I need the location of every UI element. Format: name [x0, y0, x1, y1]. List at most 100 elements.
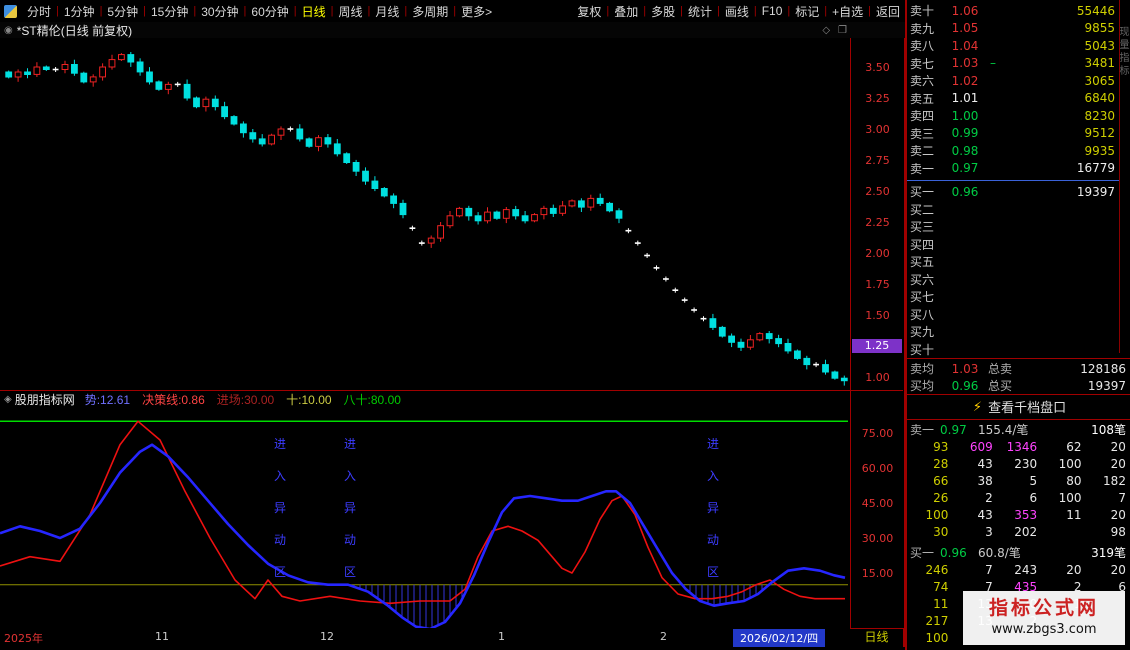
- orderbook-row-卖三[interactable]: 卖三0.999512: [907, 125, 1119, 143]
- current-price-tag: 1.25: [852, 339, 902, 353]
- orderbook-row-卖二[interactable]: 卖二0.989935: [907, 142, 1119, 160]
- menu-item-返回[interactable]: 返回: [871, 3, 905, 20]
- view-depth-button[interactable]: ⚡ 查看千档盘口: [907, 395, 1130, 418]
- queue-cell: 20: [1040, 562, 1084, 579]
- menu-item-复权[interactable]: 复权: [572, 3, 606, 20]
- sell-levels: 卖十1.0655446卖九1.059855卖八1.045043卖七1.03–34…: [907, 2, 1119, 177]
- queue-cell: 217: [907, 613, 951, 630]
- queue-cell: 100: [907, 630, 951, 647]
- level-volume: 3481: [998, 56, 1119, 70]
- orderbook-row-卖四[interactable]: 卖四1.008230: [907, 107, 1119, 125]
- orderbook-row-买八[interactable]: 买八: [907, 306, 1119, 324]
- level-label: 卖五: [907, 90, 940, 107]
- orderbook-row-买五[interactable]: 买五: [907, 253, 1119, 271]
- level-label: 买十: [907, 341, 940, 358]
- period-label[interactable]: 日线: [850, 628, 905, 647]
- level-volume: 9935: [998, 144, 1119, 158]
- queue-cell: 3: [951, 524, 995, 541]
- app-icon[interactable]: [4, 5, 17, 18]
- indicator-tick: 45.00: [851, 497, 904, 510]
- menu-item-F10[interactable]: F10: [757, 4, 788, 18]
- indicator-name: 股朋指标网: [15, 391, 75, 408]
- queue-row: 30320298: [907, 524, 1129, 541]
- level-price: 0.99: [940, 126, 990, 140]
- level-label: 卖六: [907, 72, 940, 89]
- titlebar: ◉ *ST精伦(日线 前复权) ◇❐: [0, 22, 905, 38]
- orderbook-row-买十[interactable]: 买十: [907, 341, 1119, 359]
- buy-queue-per-lot: 60.8/笔: [978, 544, 1091, 561]
- queue-cell: 98: [1085, 524, 1129, 541]
- watermark-url: www.zbgs3.com: [991, 621, 1096, 639]
- menu-item-画线[interactable]: 画线: [720, 3, 754, 20]
- indicator-chart[interactable]: [0, 408, 850, 628]
- buy-queue-count: 319笔: [1091, 544, 1130, 561]
- queue-cell: 2: [951, 490, 995, 507]
- queue-row: 6638580182: [907, 473, 1129, 490]
- menu-item-分时[interactable]: 分时: [22, 3, 56, 20]
- window-icon[interactable]: ❐: [838, 25, 847, 36]
- menu-item-周线[interactable]: 周线: [334, 3, 368, 20]
- queue-cell: 5: [996, 473, 1040, 490]
- queue-cell: 43: [951, 507, 995, 524]
- price-tick: 3.00: [851, 123, 904, 136]
- level-label: 卖七: [907, 55, 940, 72]
- queue-row: 284323010020: [907, 456, 1129, 473]
- level-volume: 8230: [998, 109, 1119, 123]
- menu-item-标记[interactable]: 标记: [790, 3, 824, 20]
- diamond-icon[interactable]: ◇: [822, 25, 830, 36]
- sell-queue-count: 108笔: [1091, 421, 1130, 438]
- menu-item-30分钟[interactable]: 30分钟: [196, 3, 243, 20]
- queue-cell: 182: [1085, 473, 1129, 490]
- menu-item-5分钟[interactable]: 5分钟: [102, 3, 143, 20]
- level-label: 卖八: [907, 37, 940, 54]
- orderbook-row-卖一[interactable]: 卖一0.9716779: [907, 160, 1119, 178]
- candlestick-chart[interactable]: [0, 38, 850, 390]
- menu-item-1分钟[interactable]: 1分钟: [59, 3, 100, 20]
- total-buy-value: 19397: [1024, 379, 1130, 393]
- orderbook-row-卖七[interactable]: 卖七1.03–3481: [907, 55, 1119, 73]
- abnormal-zone-annotation: 进入异动区: [706, 428, 720, 588]
- queue-row: 26261007: [907, 490, 1129, 507]
- watermark: 指标公式网 www.zbgs3.com: [963, 591, 1125, 645]
- orderbook-row-买六[interactable]: 买六: [907, 271, 1119, 289]
- menu-item-60分钟[interactable]: 60分钟: [246, 3, 293, 20]
- orderbook-row-买一[interactable]: 买一0.9619397: [907, 183, 1119, 201]
- queue-row: 9360913466220: [907, 439, 1129, 456]
- menu-item-多股[interactable]: 多股: [646, 3, 680, 20]
- orderbook-row-买九[interactable]: 买九: [907, 323, 1119, 341]
- menu-item-日线[interactable]: 日线: [297, 3, 331, 20]
- orderbook-row-卖六[interactable]: 卖六1.023065: [907, 72, 1119, 90]
- menu-item-月线[interactable]: 月线: [370, 3, 404, 20]
- queue-cell: 20: [1085, 456, 1129, 473]
- menu-item-+自选[interactable]: +自选: [827, 3, 868, 20]
- total-sell-label: 总卖: [988, 360, 1024, 377]
- queue-row: 24672432020: [907, 562, 1129, 579]
- time-tick: 12: [320, 630, 334, 643]
- menu-item-更多>[interactable]: 更多>: [456, 3, 497, 20]
- orderbook-row-卖五[interactable]: 卖五1.016840: [907, 90, 1119, 108]
- buy-average-row: 买均 0.96 总买 19397: [907, 377, 1130, 394]
- orderbook-row-买三[interactable]: 买三: [907, 218, 1119, 236]
- queue-cell: 202: [996, 524, 1040, 541]
- orderbook-row-卖十[interactable]: 卖十1.0655446: [907, 2, 1119, 20]
- menu-item-统计[interactable]: 统计: [683, 3, 717, 20]
- menu-item-叠加[interactable]: 叠加: [609, 3, 643, 20]
- orderbook-row-卖八[interactable]: 卖八1.045043: [907, 37, 1119, 55]
- orderbook-row-卖九[interactable]: 卖九1.059855: [907, 20, 1119, 38]
- orderbook-row-买四[interactable]: 买四: [907, 236, 1119, 254]
- bid-ask-separator: [907, 180, 1119, 181]
- indicator-axis: 75.0060.0045.0030.0015.00: [850, 391, 906, 628]
- level-label: 卖三: [907, 125, 940, 142]
- menu-item-15分钟[interactable]: 15分钟: [146, 3, 193, 20]
- indicator-icon[interactable]: ◈: [4, 394, 12, 405]
- level-label: 卖一: [907, 160, 940, 177]
- price-tick: 2.75: [851, 154, 904, 167]
- titlebar-icons: ◇❐: [822, 25, 905, 36]
- level-price: 1.06: [940, 4, 990, 18]
- orderbook-row-买二[interactable]: 买二: [907, 201, 1119, 219]
- side-strip-tab[interactable]: 现量指标: [1119, 0, 1130, 353]
- level-price: 0.98: [940, 144, 990, 158]
- menu-item-多周期[interactable]: 多周期: [407, 3, 453, 20]
- total-buy-label: 总买: [988, 377, 1024, 394]
- orderbook-row-买七[interactable]: 买七: [907, 288, 1119, 306]
